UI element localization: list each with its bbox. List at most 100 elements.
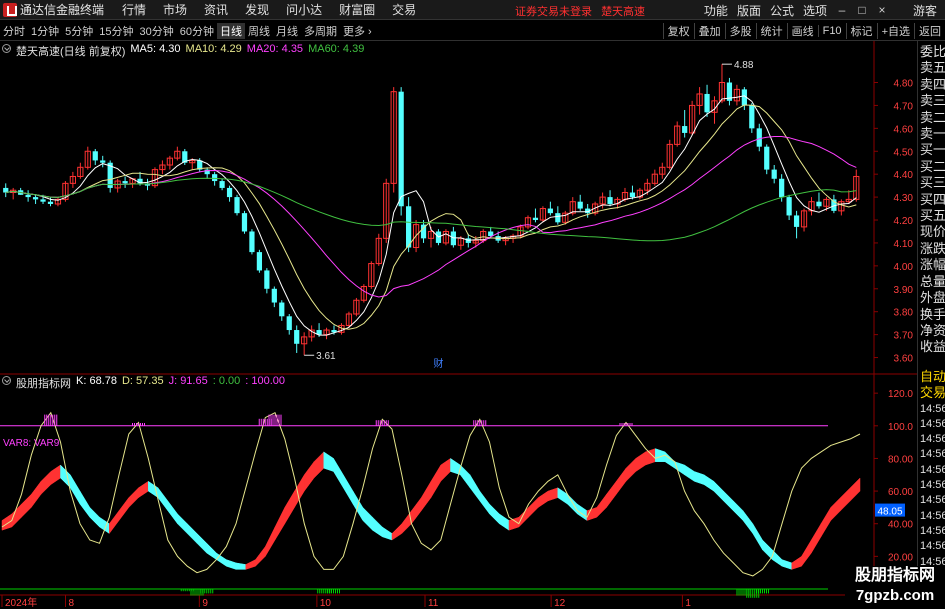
sidebar-label: 净资 [920,322,945,338]
candle-body [226,187,233,198]
sidebar-label: 委比 [920,44,945,59]
candle-body [398,91,404,207]
ribbon-segment [703,474,715,492]
overlay-button[interactable]: 叠加 [693,23,725,39]
ribbon-segment [625,457,637,482]
period-more[interactable]: 更多 › [340,23,375,39]
ribbon-segment [538,490,549,508]
trade-login-warning[interactable]: 证券交易未登录 楚天高速 [515,3,645,19]
candle-body [249,231,255,253]
price-axis-label: 3.60 [894,354,914,365]
menu-ask[interactable]: 问小达 [286,1,322,18]
period-1min[interactable]: 1分钟 [28,23,62,39]
indicator-header: 股朋指标网 K: 68.78 D: 57.35 J: 91.65 : 0.00 … [2,375,285,391]
sidebar-label: 外盘 [920,290,945,306]
indicator-value-1: : 0.00 [212,375,241,387]
ribbon-segment [40,470,52,495]
minimize-icon[interactable]: – [837,3,847,17]
sidebar-label: 买三 [920,175,945,191]
sidebar-auto-trade: 自动 交易 [918,369,945,402]
candle-body [25,194,31,198]
indicator-name: 股朋指标网 [16,378,71,390]
period-multi[interactable]: 多周期 [301,23,340,39]
ribbon-segment [372,516,383,538]
ribbon-segment [547,487,559,502]
ribbon-segment [187,523,198,544]
candle-body [47,201,54,204]
sidebar-auto-label[interactable]: 交易 [918,385,945,401]
period-daily[interactable]: 日线 [217,22,245,39]
stock-title: 楚天高速(日线 前复权) [16,46,126,58]
close-icon[interactable]: × [877,3,887,17]
period-monthly[interactable]: 月线 [273,23,301,39]
period-30min[interactable]: 30分钟 [137,23,177,39]
date-axis-label: 1 [685,598,691,609]
candle-body [271,288,277,303]
menu-formula[interactable]: 公式 [770,2,794,19]
ribbon-segment [694,471,705,485]
candle-body [234,197,240,214]
period-15min[interactable]: 15分钟 [96,23,136,39]
ribbon-segment [343,473,354,506]
candle-body [279,302,285,317]
ribbon-segment [577,503,588,521]
period-weekly[interactable]: 周线 [245,23,273,39]
sidebar-label: 卖五 [920,60,945,76]
menu-trade[interactable]: 交易 [392,1,416,18]
period-5min[interactable]: 5分钟 [62,23,96,39]
ribbon-segment [508,516,520,531]
quote-sidebar: 委比 卖五 卖四 卖三 卖二 卖一 买一 买二 买三 买四 买五 现价 涨跌 涨幅 总量 外盘 换手 净资 收益 自… [917,41,945,609]
statistics-button[interactable]: 统计 [755,23,787,39]
sidebar-label: 收益 [920,339,945,355]
sidebar-time: 14:56 [920,402,945,415]
high-marker-label: 4.88 [734,60,754,71]
indicator-settings-icon[interactable] [2,376,11,385]
multi-stock-button[interactable]: 多股 [724,23,756,39]
chart-settings-icon[interactable] [2,44,11,53]
menu-quotes[interactable]: 行情 [122,1,146,18]
price-axis-label: 4.50 [894,147,914,158]
menu-discover[interactable]: 发现 [245,1,269,18]
mark-button[interactable]: 标记 [845,23,877,39]
candle-body [294,330,300,344]
maximize-icon[interactable]: □ [857,3,867,17]
ma5-line [5,95,857,336]
ribbon-segment [89,506,100,528]
menu-layout[interactable]: 版面 [737,2,761,19]
date-axis-label: 11 [428,598,439,609]
sidebar-label: 换手 [920,306,945,322]
restore-rights-button[interactable]: 复权 [662,23,694,39]
indicator-axis-label: 80.00 [888,454,913,465]
menu-market[interactable]: 市场 [163,1,187,18]
ribbon-segment [177,513,188,535]
menu-options[interactable]: 选项 [803,2,827,19]
ribbon-segment [50,464,61,486]
candle-body [793,215,800,227]
f10-button[interactable]: F10 [817,25,846,37]
add-watchlist-button[interactable]: +自选 [876,23,914,39]
ribbon-segment [109,509,120,535]
ribbon-segment [391,523,403,541]
back-button[interactable]: 返回 [914,23,945,39]
low-marker-label: 3.61 [316,351,336,362]
sidebar-trade-times: 14:56 14:56 14:56 14:56 14:56 14:56 14:56 14:56… [918,402,945,570]
chart-canvas[interactable]: 4.80 4.70 4.60 4.50 4.40 4.30 4.20 4.10 4.00 3.90… [0,41,917,609]
ma60-value: MA60: 4.39 [308,43,365,55]
ribbon-segment [411,496,422,525]
ribbon-segment [635,451,646,472]
menu-wealth-circle[interactable]: 财富圈 [339,1,375,18]
period-intraday[interactable]: 分时 [0,23,28,39]
period-60min[interactable]: 60分钟 [177,23,217,39]
ribbon-segment [206,542,217,561]
menu-news[interactable]: 资讯 [204,1,228,18]
right-menu: 功能 版面 公式 选项 – □ × 游客 [695,0,945,20]
guest-user[interactable]: 游客 [913,2,937,19]
candle-body [100,160,106,163]
date-axis-label: 8 [68,598,74,609]
draw-line-button[interactable]: 画线 [786,23,818,39]
candle-body [786,197,792,216]
menu-function[interactable]: 功能 [704,2,728,19]
toolbar-right: 复权 叠加 多股 统计 画线 F10 标记 +自选 返回 [662,21,945,41]
sidebar-auto-label[interactable]: 自动 [918,369,945,385]
candle-body [212,174,218,182]
